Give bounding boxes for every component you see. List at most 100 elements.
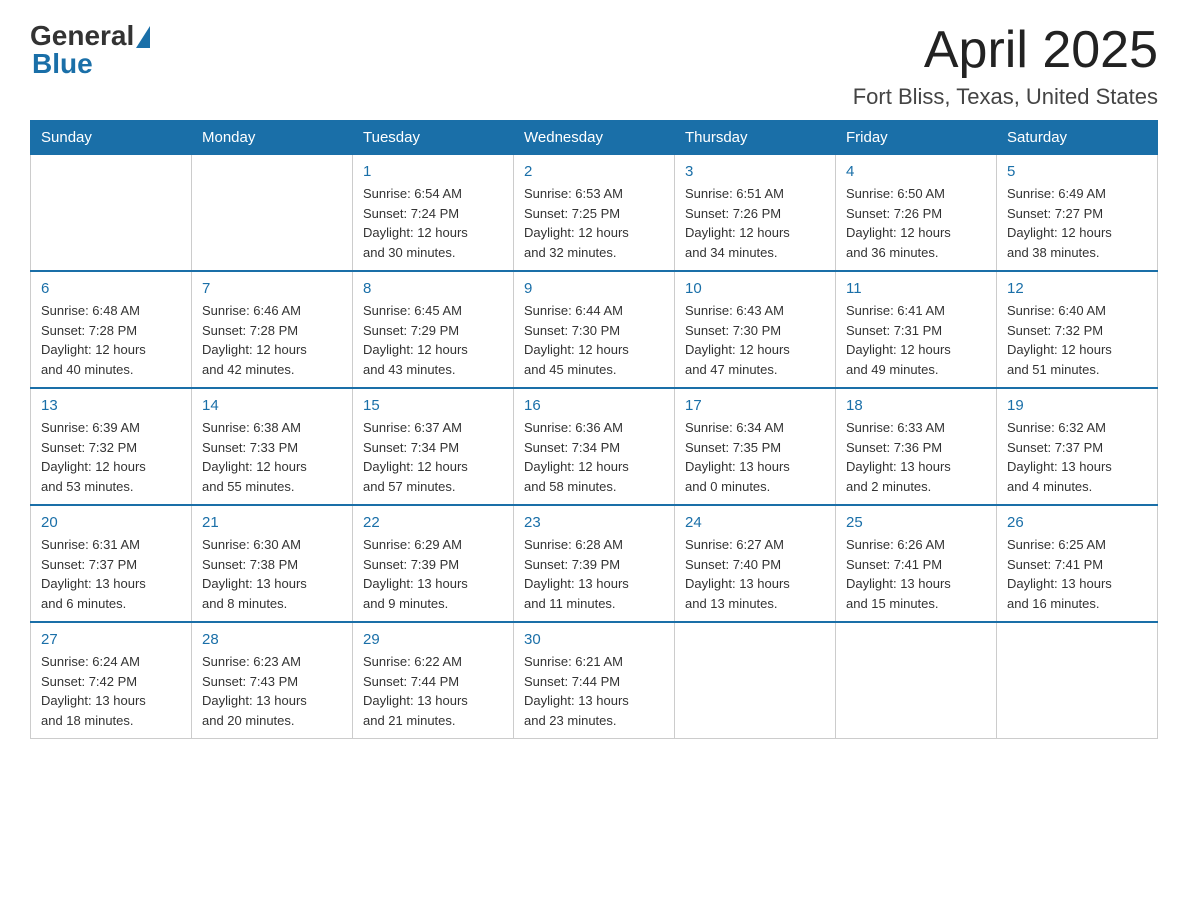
calendar-week-row: 13 Sunrise: 6:39 AMSunset: 7:32 PMDayligh… xyxy=(31,388,1158,505)
day-number: 13 xyxy=(41,397,181,414)
day-number: 15 xyxy=(363,397,503,414)
day-number: 9 xyxy=(524,280,664,297)
calendar-cell: 18Sunrise: 6:33 AMSunset: 7:36 PMDayligh… xyxy=(836,388,997,505)
weekday-header-sunday: Sunday xyxy=(31,121,192,155)
calendar-week-row: 6Sunrise: 6:48 AMSunset: 7:28 PMDaylight… xyxy=(31,271,1158,388)
calendar-cell xyxy=(836,622,997,739)
calendar-cell: 16 Sunrise: 6:36 AMSunset: 7:34 PMDayligh… xyxy=(514,388,675,505)
day-number: 21 xyxy=(202,514,342,531)
calendar-cell xyxy=(675,622,836,739)
day-number: 28 xyxy=(202,631,342,648)
weekday-header-wednesday: Wednesday xyxy=(514,121,675,155)
calendar-week-row: 1 Sunrise: 6:54 AMSunset: 7:24 PMDaylight… xyxy=(31,155,1158,272)
calendar-cell: 12Sunrise: 6:40 AMSunset: 7:32 PMDayligh… xyxy=(997,271,1158,388)
calendar-cell: 25 Sunrise: 6:26 AMSunset: 7:41 PMDayligh… xyxy=(836,505,997,622)
calendar-cell: 23 Sunrise: 6:28 AMSunset: 7:39 PMDayligh… xyxy=(514,505,675,622)
calendar-cell: 13 Sunrise: 6:39 AMSunset: 7:32 PMDayligh… xyxy=(31,388,192,505)
day-number: 16 xyxy=(524,397,664,414)
calendar-cell: 8 Sunrise: 6:45 AMSunset: 7:29 PMDaylight… xyxy=(353,271,514,388)
page-header: General Blue April 2025 Fort Bliss, Texa… xyxy=(30,20,1158,110)
logo: General Blue xyxy=(30,20,150,80)
day-info: Sunrise: 6:45 AMSunset: 7:29 PMDaylight:… xyxy=(363,301,503,379)
day-info: Sunrise: 6:40 AMSunset: 7:32 PMDaylight:… xyxy=(1007,301,1147,379)
day-info: Sunrise: 6:22 AMSunset: 7:44 PMDaylight:… xyxy=(363,652,503,730)
weekday-header-saturday: Saturday xyxy=(997,121,1158,155)
day-info: Sunrise: 6:46 AMSunset: 7:28 PMDaylight:… xyxy=(202,301,342,379)
day-number: 8 xyxy=(363,280,503,297)
calendar-cell: 7 Sunrise: 6:46 AMSunset: 7:28 PMDaylight… xyxy=(192,271,353,388)
calendar-cell: 10 Sunrise: 6:43 AMSunset: 7:30 PMDayligh… xyxy=(675,271,836,388)
calendar-cell xyxy=(31,155,192,272)
calendar-cell: 24 Sunrise: 6:27 AMSunset: 7:40 PMDayligh… xyxy=(675,505,836,622)
weekday-header-thursday: Thursday xyxy=(675,121,836,155)
day-info: Sunrise: 6:30 AMSunset: 7:38 PMDaylight:… xyxy=(202,535,342,613)
day-info: Sunrise: 6:31 AMSunset: 7:37 PMDaylight:… xyxy=(41,535,181,613)
day-number: 25 xyxy=(846,514,986,531)
day-number: 30 xyxy=(524,631,664,648)
day-number: 22 xyxy=(363,514,503,531)
day-info: Sunrise: 6:24 AMSunset: 7:42 PMDaylight:… xyxy=(41,652,181,730)
calendar-cell: 20 Sunrise: 6:31 AMSunset: 7:37 PMDayligh… xyxy=(31,505,192,622)
calendar-cell: 27 Sunrise: 6:24 AMSunset: 7:42 PMDayligh… xyxy=(31,622,192,739)
day-number: 17 xyxy=(685,397,825,414)
day-number: 2 xyxy=(524,163,664,180)
day-number: 27 xyxy=(41,631,181,648)
day-number: 1 xyxy=(363,163,503,180)
calendar-cell: 3Sunrise: 6:51 AMSunset: 7:26 PMDaylight… xyxy=(675,155,836,272)
logo-blue-text: Blue xyxy=(30,48,93,80)
calendar-cell: 29 Sunrise: 6:22 AMSunset: 7:44 PMDayligh… xyxy=(353,622,514,739)
month-title: April 2025 xyxy=(853,20,1158,80)
calendar-cell: 15 Sunrise: 6:37 AMSunset: 7:34 PMDayligh… xyxy=(353,388,514,505)
day-number: 18 xyxy=(846,397,986,414)
day-number: 24 xyxy=(685,514,825,531)
calendar-cell: 21 Sunrise: 6:30 AMSunset: 7:38 PMDayligh… xyxy=(192,505,353,622)
calendar-cell: 1 Sunrise: 6:54 AMSunset: 7:24 PMDaylight… xyxy=(353,155,514,272)
logo-triangle-icon xyxy=(136,26,150,48)
day-info: Sunrise: 6:39 AMSunset: 7:32 PMDaylight:… xyxy=(41,418,181,496)
day-number: 29 xyxy=(363,631,503,648)
day-info: Sunrise: 6:32 AMSunset: 7:37 PMDaylight:… xyxy=(1007,418,1147,496)
calendar-cell: 5 Sunrise: 6:49 AMSunset: 7:27 PMDaylight… xyxy=(997,155,1158,272)
day-number: 19 xyxy=(1007,397,1147,414)
calendar-cell: 4 Sunrise: 6:50 AMSunset: 7:26 PMDaylight… xyxy=(836,155,997,272)
calendar-cell: 28Sunrise: 6:23 AMSunset: 7:43 PMDayligh… xyxy=(192,622,353,739)
day-info: Sunrise: 6:37 AMSunset: 7:34 PMDaylight:… xyxy=(363,418,503,496)
day-number: 6 xyxy=(41,280,181,297)
weekday-header-monday: Monday xyxy=(192,121,353,155)
calendar-week-row: 20 Sunrise: 6:31 AMSunset: 7:37 PMDayligh… xyxy=(31,505,1158,622)
day-number: 23 xyxy=(524,514,664,531)
day-info: Sunrise: 6:27 AMSunset: 7:40 PMDaylight:… xyxy=(685,535,825,613)
title-section: April 2025 Fort Bliss, Texas, United Sta… xyxy=(853,20,1158,110)
day-info: Sunrise: 6:26 AMSunset: 7:41 PMDaylight:… xyxy=(846,535,986,613)
calendar-cell: 22Sunrise: 6:29 AMSunset: 7:39 PMDayligh… xyxy=(353,505,514,622)
calendar-cell: 26 Sunrise: 6:25 AMSunset: 7:41 PMDayligh… xyxy=(997,505,1158,622)
day-number: 7 xyxy=(202,280,342,297)
day-number: 4 xyxy=(846,163,986,180)
calendar-table: SundayMondayTuesdayWednesdayThursdayFrid… xyxy=(30,120,1158,739)
day-number: 20 xyxy=(41,514,181,531)
day-info: Sunrise: 6:53 AMSunset: 7:25 PMDaylight:… xyxy=(524,184,664,262)
day-info: Sunrise: 6:36 AMSunset: 7:34 PMDaylight:… xyxy=(524,418,664,496)
day-number: 26 xyxy=(1007,514,1147,531)
day-number: 5 xyxy=(1007,163,1147,180)
calendar-cell: 19 Sunrise: 6:32 AMSunset: 7:37 PMDayligh… xyxy=(997,388,1158,505)
calendar-cell: 17 Sunrise: 6:34 AMSunset: 7:35 PMDayligh… xyxy=(675,388,836,505)
day-info: Sunrise: 6:51 AMSunset: 7:26 PMDaylight:… xyxy=(685,184,825,262)
calendar-cell: 11Sunrise: 6:41 AMSunset: 7:31 PMDayligh… xyxy=(836,271,997,388)
day-info: Sunrise: 6:28 AMSunset: 7:39 PMDaylight:… xyxy=(524,535,664,613)
calendar-cell xyxy=(997,622,1158,739)
day-info: Sunrise: 6:38 AMSunset: 7:33 PMDaylight:… xyxy=(202,418,342,496)
calendar-cell: 2 Sunrise: 6:53 AMSunset: 7:25 PMDaylight… xyxy=(514,155,675,272)
calendar-cell: 6Sunrise: 6:48 AMSunset: 7:28 PMDaylight… xyxy=(31,271,192,388)
day-info: Sunrise: 6:34 AMSunset: 7:35 PMDaylight:… xyxy=(685,418,825,496)
calendar-week-row: 27 Sunrise: 6:24 AMSunset: 7:42 PMDayligh… xyxy=(31,622,1158,739)
day-info: Sunrise: 6:43 AMSunset: 7:30 PMDaylight:… xyxy=(685,301,825,379)
calendar-cell: 9Sunrise: 6:44 AMSunset: 7:30 PMDaylight… xyxy=(514,271,675,388)
day-number: 14 xyxy=(202,397,342,414)
day-info: Sunrise: 6:49 AMSunset: 7:27 PMDaylight:… xyxy=(1007,184,1147,262)
day-number: 10 xyxy=(685,280,825,297)
day-info: Sunrise: 6:25 AMSunset: 7:41 PMDaylight:… xyxy=(1007,535,1147,613)
weekday-header-tuesday: Tuesday xyxy=(353,121,514,155)
day-info: Sunrise: 6:54 AMSunset: 7:24 PMDaylight:… xyxy=(363,184,503,262)
day-info: Sunrise: 6:50 AMSunset: 7:26 PMDaylight:… xyxy=(846,184,986,262)
